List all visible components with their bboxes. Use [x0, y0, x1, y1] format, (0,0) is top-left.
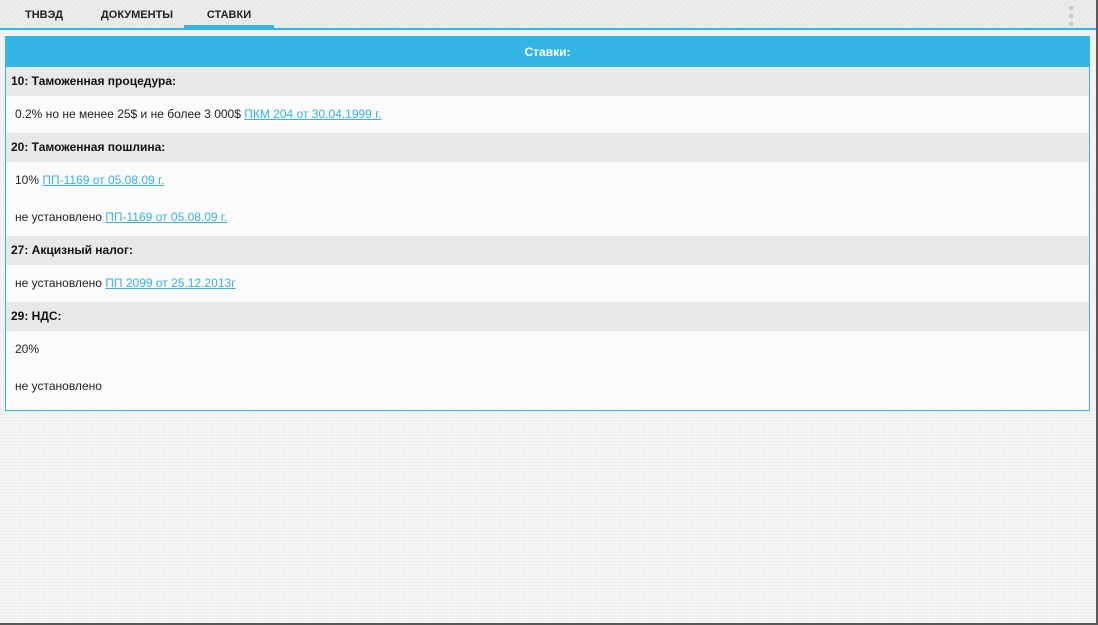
document-link[interactable]: ПП-1169 от 05.08.09 г.: [105, 210, 227, 224]
rate-value: 10%: [15, 173, 40, 187]
rate-value: не установлено: [15, 379, 102, 393]
section-title-customs-duty: 20: Таможенная пошлина:: [6, 133, 1089, 162]
rate-value: не установлено: [15, 276, 102, 290]
document-link[interactable]: ПП 2099 от 25.12.2013г: [105, 276, 235, 290]
rate-row: не установлено ПП-1169 от 05.08.09 г.: [6, 199, 1089, 236]
section-title-vat: 29: НДС:: [6, 302, 1089, 331]
document-link[interactable]: ПП-1169 от 05.08.09 г.: [42, 173, 164, 187]
tab-documents[interactable]: ДОКУМЕНТЫ: [94, 0, 180, 28]
rate-row: 10% ПП-1169 от 05.08.09 г.: [6, 162, 1089, 199]
rate-row: не установлено ПП 2099 от 25.12.2013г: [6, 265, 1089, 302]
section-title-excise-tax: 27: Акцизный налог:: [6, 236, 1089, 265]
tab-bar: ТНВЭД ДОКУМЕНТЫ СТАВКИ: [0, 0, 1096, 30]
panel-title: Ставки:: [6, 37, 1089, 67]
rates-panel: Ставки: 10: Таможенная процедура: 0.2% н…: [5, 36, 1090, 411]
rate-row: 20%: [6, 331, 1089, 368]
tab-rates[interactable]: СТАВКИ: [184, 0, 274, 28]
rate-value: не установлено: [15, 210, 102, 224]
rate-row: 0.2% но не менее 25$ и не более 3 000$ П…: [6, 96, 1089, 133]
section-title-customs-procedure: 10: Таможенная процедура:: [6, 67, 1089, 96]
document-link[interactable]: ПКМ 204 от 30.04.1999 г.: [244, 107, 381, 121]
rate-value: 20%: [15, 342, 40, 356]
rate-value: 0.2% но не менее 25$ и не более 3 000$: [15, 107, 241, 121]
overflow-menu-icon[interactable]: [1068, 6, 1074, 26]
rate-row: не установлено: [6, 368, 1089, 405]
tab-tnved[interactable]: ТНВЭД: [14, 0, 74, 28]
